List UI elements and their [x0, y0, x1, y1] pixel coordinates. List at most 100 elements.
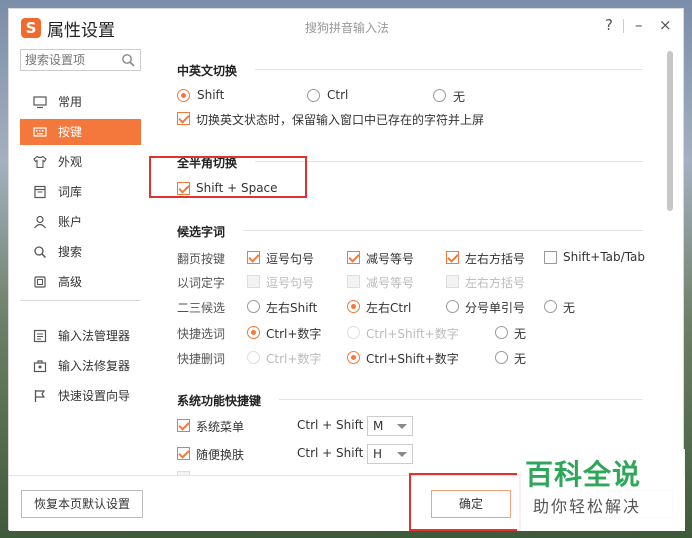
settings-search-input[interactable] [21, 50, 116, 70]
radio-select-none-label[interactable]: 无 [514, 325, 526, 342]
word-comma-period-label: 逗号句号 [266, 276, 315, 290]
keep-text-label[interactable]: 切换英文状态时，保留输入窗口中已存在的字符并上屏 [196, 111, 484, 128]
radio-delete-none-label[interactable]: 无 [514, 350, 526, 367]
sidebar-item-ime-manager[interactable]: 输入法管理器 [20, 323, 141, 349]
monitor-icon [33, 96, 47, 109]
sidebar-divider [20, 300, 141, 301]
settings-search[interactable] [20, 49, 141, 71]
page-minus-equal-label[interactable]: 减号等号 [366, 250, 414, 267]
word-comma-period-checkbox [247, 275, 260, 288]
sys-menu-key-select[interactable]: M [367, 416, 413, 436]
chevron-down-icon [397, 452, 407, 457]
row-label-quick-delete: 快捷删词 [177, 352, 226, 366]
radio-delete-ctrl-num-label[interactable]: Ctrl+数字 [266, 350, 321, 367]
section-divider [243, 230, 643, 231]
radio-second-none[interactable] [544, 300, 557, 313]
radio-ctrl[interactable] [307, 89, 320, 102]
flag-icon [34, 390, 46, 402]
radio-select-ctrl-shift-num-label[interactable]: Ctrl+Shift+数字 [366, 325, 459, 342]
content-scrollbar[interactable] [665, 45, 675, 475]
sys-menu-label[interactable]: 系统菜单 [196, 418, 244, 435]
watermark: 百科全说 助你轻松解决 [517, 449, 685, 531]
word-minus-equal-label: 减号等号 [366, 276, 415, 290]
page-shift-tab-checkbox[interactable] [544, 251, 557, 264]
sidebar-item-appearance[interactable]: 外观 [20, 149, 141, 175]
radio-select-ctrl-num[interactable] [247, 326, 260, 339]
radio-left-right-shift[interactable] [247, 300, 260, 313]
sidebar-item-ime-repair[interactable]: 输入法修复器 [20, 353, 141, 379]
radio-delete-ctrl-num[interactable] [247, 351, 260, 364]
minimize-button[interactable]: – [635, 16, 643, 34]
page-brackets-checkbox[interactable] [446, 251, 459, 264]
page-minus-equal-checkbox[interactable] [347, 251, 360, 264]
sys-menu-checkbox[interactable] [177, 419, 190, 432]
watermark-sub-text: 助你轻松解决 [533, 497, 642, 516]
section-title-cn-en: 中英文切换 [177, 64, 238, 78]
radio-none[interactable] [433, 89, 446, 102]
radio-delete-none[interactable] [495, 351, 508, 364]
book-icon [34, 185, 46, 199]
section-divider [279, 399, 643, 400]
radio-select-ctrl-num-label[interactable]: Ctrl+数字 [266, 325, 321, 342]
sidebar-item-dictionary[interactable]: 词库 [20, 179, 141, 205]
sidebar-item-account[interactable]: 账户 [20, 209, 141, 235]
page-shift-tab-label[interactable]: Shift+Tab/Tab [563, 250, 645, 264]
radio-left-right-ctrl-label[interactable]: 左右Ctrl [366, 299, 411, 316]
manager-icon [33, 329, 47, 343]
help-button[interactable]: ? [605, 16, 613, 34]
sidebar-item-label: 按键 [58, 125, 83, 139]
word-brackets-checkbox [446, 275, 459, 288]
skin-switch-checkbox[interactable] [177, 447, 190, 460]
radio-semicolon-quote[interactable] [446, 300, 459, 313]
close-button[interactable]: × [659, 16, 672, 34]
sidebar-item-label: 搜索 [58, 245, 83, 259]
radio-none-label[interactable]: 无 [453, 88, 465, 105]
magnifier-icon[interactable] [121, 53, 135, 67]
radio-shift[interactable] [177, 89, 190, 102]
sidebar-item-common[interactable]: 常用 [20, 89, 141, 115]
radio-shift-label[interactable]: Shift [197, 88, 224, 102]
sidebar-item-label: 常用 [58, 95, 83, 109]
radio-left-right-ctrl[interactable] [347, 300, 360, 313]
row-label-page-keys: 翻页按键 [177, 252, 226, 266]
section-divider [255, 161, 643, 162]
shirt-icon [33, 155, 47, 169]
page-comma-period-checkbox[interactable] [247, 251, 260, 264]
radio-ctrl-label[interactable]: Ctrl [327, 88, 348, 102]
radio-delete-ctrl-shift-num-label[interactable]: Ctrl+Shift+数字 [366, 350, 459, 367]
radio-semicolon-quote-label[interactable]: 分号单引号 [465, 299, 525, 316]
section-title-full-half: 全半角切换 [177, 156, 238, 170]
radio-left-right-shift-label[interactable]: 左右Shift [266, 299, 317, 316]
scrollbar-thumb[interactable] [667, 51, 673, 211]
page-brackets-label[interactable]: 左右方括号 [465, 250, 525, 267]
radio-select-none[interactable] [495, 326, 508, 339]
sys-menu-combo: Ctrl + Shift + [297, 418, 378, 432]
page-comma-period-label[interactable]: 逗号句号 [266, 250, 314, 267]
row-label-quick-select: 快捷选词 [177, 327, 226, 341]
sidebar-item-search[interactable]: 搜索 [20, 239, 141, 265]
section-title-sys-shortcuts: 系统功能快捷键 [177, 394, 262, 408]
square-icon [34, 276, 46, 288]
sidebar-item-advanced[interactable]: 高级 [20, 269, 141, 295]
search-icon [34, 246, 47, 259]
radio-delete-ctrl-shift-num[interactable] [347, 351, 360, 364]
keep-text-checkbox[interactable] [177, 112, 190, 125]
skin-switch-label[interactable]: 随便换肤 [196, 446, 244, 463]
shift-space-checkbox[interactable] [177, 182, 190, 195]
watermark-main-text: 百科全说 [525, 458, 642, 491]
keyboard-icon [33, 127, 47, 137]
skin-switch-key-select[interactable]: H [367, 444, 413, 464]
ok-button[interactable]: 确定 [431, 490, 511, 518]
sidebar-item-quick-wizard[interactable]: 快速设置向导 [20, 383, 141, 409]
radio-second-none-label[interactable]: 无 [563, 299, 575, 316]
sys-menu-key-value: M [373, 419, 384, 433]
row-label-word-to-char: 以词定字 [177, 276, 226, 290]
chevron-down-icon [397, 424, 407, 429]
skin-switch-combo: Ctrl + Shift + [297, 446, 378, 460]
shift-space-label[interactable]: Shift + Space [196, 181, 278, 195]
radio-select-ctrl-shift-num[interactable] [347, 326, 360, 339]
restore-defaults-button[interactable]: 恢复本页默认设置 [21, 490, 143, 518]
titlebar-divider [623, 19, 624, 33]
sidebar-item-keys[interactable]: 按键 [20, 119, 141, 145]
word-minus-equal-checkbox [347, 275, 360, 288]
